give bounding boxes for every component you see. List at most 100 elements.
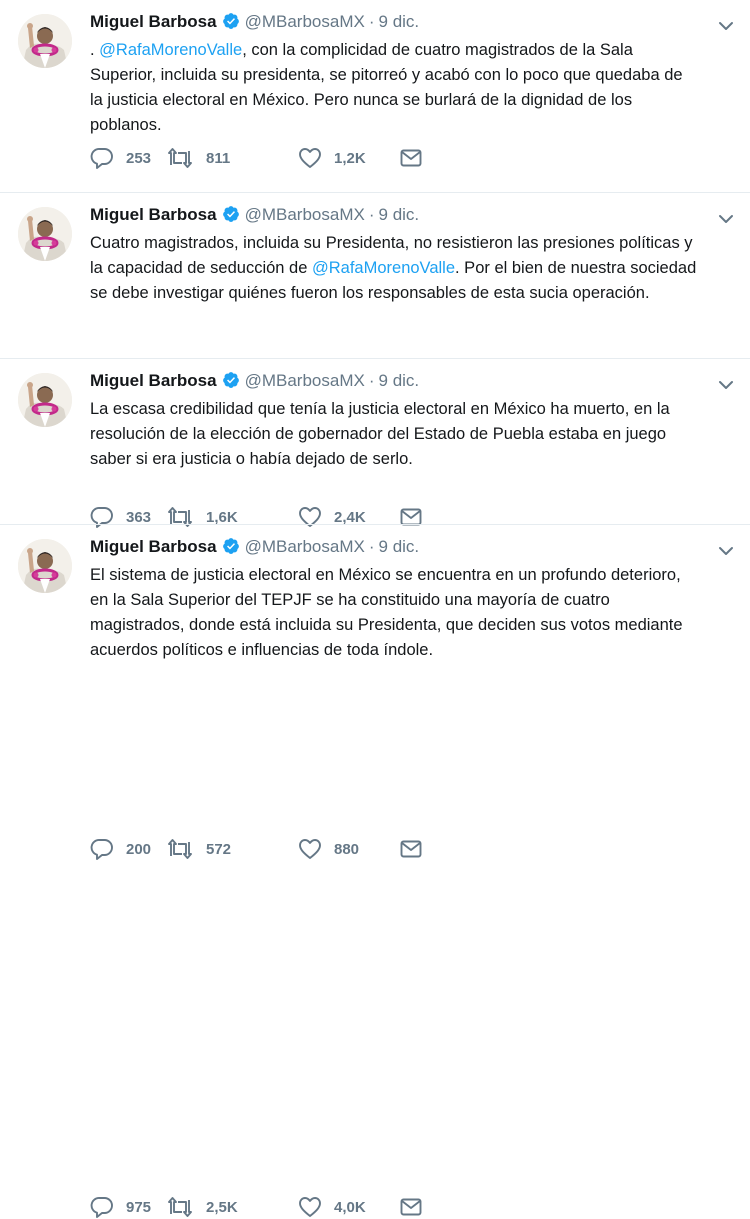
envelope-icon: [400, 149, 422, 167]
tweet-text: La escasa credibilidad que tenía la just…: [90, 397, 740, 472]
avatar[interactable]: [18, 539, 72, 593]
heart-icon: [298, 147, 322, 169]
tweet-text-line: se debe investigar quiénes fueron los re…: [90, 281, 740, 306]
tweet-text-line: en la Sala Superior del TEPJF se ha cons…: [90, 588, 740, 613]
tweet-text-segment: , con la complicidad de cuatro magistrad…: [242, 41, 633, 59]
reply-icon: [90, 1196, 114, 1218]
heart-icon: [298, 1196, 322, 1218]
tweet-date[interactable]: 9 dic.: [379, 205, 420, 224]
tweet-text-segment: Cuatro magistrados, incluida su Presiden…: [90, 234, 693, 252]
tweet-text: . @RafaMorenoValle, con la complicidad d…: [90, 38, 740, 138]
retweet-icon: [166, 1196, 194, 1218]
tweet-text-segment: la justicia electoral en México. Pero nu…: [90, 91, 633, 109]
tweet[interactable]: Miguel Barbosa @MBarbosaMX · 9 dic. Cuatro …: [0, 193, 750, 528]
like-button[interactable]: 880: [298, 837, 359, 861]
tweet-text: El sistema de justicia electoral en Méxi…: [90, 563, 740, 663]
reply-button[interactable]: 200: [90, 837, 151, 861]
retweet-button[interactable]: 572: [166, 837, 231, 861]
tweet-header: Miguel Barbosa @MBarbosaMX · 9 dic.: [90, 371, 419, 393]
tweet-text-segment: se debe investigar quiénes fueron los re…: [90, 284, 650, 302]
separator: ·: [368, 537, 375, 556]
reply-button[interactable]: 253: [90, 146, 151, 170]
like-button[interactable]: 1,2K: [298, 146, 366, 170]
chevron-down-icon[interactable]: [718, 211, 734, 229]
tweet-text-line: saber si era justicia o había dejado de …: [90, 447, 740, 472]
direct-message-button[interactable]: [400, 146, 422, 170]
mention-link[interactable]: @RafaMorenoValle: [312, 259, 455, 277]
tweet-text-line: magistrados, donde está incluida su Pres…: [90, 613, 740, 638]
tweet-text-line: Cuatro magistrados, incluida su Presiden…: [90, 231, 740, 256]
envelope-icon: [400, 1198, 422, 1216]
tweet-date[interactable]: 9 dic.: [379, 12, 420, 31]
direct-message-button[interactable]: [400, 837, 422, 861]
retweet-count: 2,5K: [206, 1198, 238, 1216]
like-count: 1,2K: [334, 149, 366, 167]
avatar[interactable]: [18, 373, 72, 427]
heart-icon: [298, 838, 322, 860]
tweet-text-segment: La escasa credibilidad que tenía la just…: [90, 400, 670, 418]
author-name[interactable]: Miguel Barbosa: [90, 371, 217, 390]
tweet-text-line: La escasa credibilidad que tenía la just…: [90, 397, 740, 422]
tweet-header: Miguel Barbosa @MBarbosaMX · 9 dic.: [90, 205, 419, 227]
tweet[interactable]: Miguel Barbosa @MBarbosaMX · 9 dic. La esca…: [0, 359, 750, 860]
separator: ·: [368, 205, 375, 224]
tweet-date[interactable]: 9 dic.: [379, 371, 420, 390]
tweet[interactable]: Miguel Barbosa @MBarbosaMX · 9 dic. . @Rafa…: [0, 0, 750, 193]
reply-icon: [90, 147, 114, 169]
envelope-icon: [400, 840, 422, 858]
separator: ·: [368, 371, 375, 390]
retweet-icon: [166, 838, 194, 860]
retweet-button[interactable]: 811: [166, 146, 230, 170]
author-handle[interactable]: @MBarbosaMX: [245, 12, 365, 31]
tweet-text-line: Superior, incluida su presidenta, se pit…: [90, 63, 740, 88]
retweet-count: 811: [206, 149, 231, 167]
tweet-text-line: El sistema de justicia electoral en Méxi…: [90, 563, 740, 588]
avatar[interactable]: [18, 14, 72, 68]
author-name[interactable]: Miguel Barbosa: [90, 205, 217, 224]
author-handle[interactable]: @MBarbosaMX: [245, 205, 365, 224]
like-button[interactable]: 4,0K: [298, 1195, 366, 1219]
chevron-down-icon[interactable]: [718, 377, 734, 395]
like-count: 4,0K: [334, 1198, 366, 1216]
tweet-text-line: poblanos.: [90, 113, 740, 138]
tweet-text-line: acuerdos políticos e influencias de toda…: [90, 638, 740, 663]
tweet-text-segment: El sistema de justicia electoral en Méxi…: [90, 566, 681, 584]
tweet-text-line: la capacidad de seducción de @RafaMoreno…: [90, 256, 740, 281]
tweet-header: Miguel Barbosa @MBarbosaMX · 9 dic.: [90, 537, 419, 559]
author-name[interactable]: Miguel Barbosa: [90, 12, 217, 31]
retweet-button[interactable]: 2,5K: [166, 1195, 238, 1219]
retweet-count: 572: [206, 840, 232, 858]
tweet-text-segment: la capacidad de seducción de: [90, 259, 312, 277]
chevron-down-icon[interactable]: [718, 18, 734, 36]
tweet-text-line: resolución de la elección de gobernador …: [90, 422, 740, 447]
tweet-date[interactable]: 9 dic.: [379, 537, 420, 556]
author-handle[interactable]: @MBarbosaMX: [245, 371, 365, 390]
tweet-header: Miguel Barbosa @MBarbosaMX · 9 dic.: [90, 12, 419, 34]
retweet-icon: [166, 147, 194, 169]
reply-button[interactable]: 975: [90, 1195, 151, 1219]
reply-count: 253: [126, 149, 152, 167]
tweet-text-segment: resolución de la elección de gobernador …: [90, 425, 667, 443]
author-name[interactable]: Miguel Barbosa: [90, 537, 217, 556]
tweet-text-segment: Superior, incluida su presidenta, se pit…: [90, 66, 683, 84]
tweet-text-segment: acuerdos políticos e influencias de toda…: [90, 641, 434, 659]
chevron-down-icon[interactable]: [718, 543, 734, 561]
tweet-text-segment: saber si era justicia o había dejado de …: [90, 450, 413, 468]
mention-link[interactable]: @RafaMorenoValle: [99, 41, 242, 59]
tweet-text-segment: poblanos.: [90, 116, 162, 134]
reply-count: 200: [126, 840, 152, 858]
tweet-text-segment: .: [90, 41, 100, 59]
verified-badge-icon: [222, 12, 240, 35]
avatar[interactable]: [18, 207, 72, 261]
like-count: 880: [334, 840, 360, 858]
reply-icon: [90, 838, 114, 860]
tweet[interactable]: Miguel Barbosa @MBarbosaMX · 9 dic. El sist…: [0, 525, 750, 1218]
verified-badge-icon: [222, 205, 240, 228]
direct-message-button[interactable]: [400, 1195, 422, 1219]
verified-badge-icon: [222, 371, 240, 394]
tweet-text-segment: en la Sala Superior del TEPJF se ha cons…: [90, 591, 610, 609]
tweet-text-segment: . Por el bien de nuestra sociedad: [455, 259, 697, 277]
author-handle[interactable]: @MBarbosaMX: [245, 537, 365, 556]
tweet-text-segment: magistrados, donde está incluida su Pres…: [90, 616, 683, 634]
tweet-feed: Miguel Barbosa @MBarbosaMX · 9 dic. . @Rafa…: [0, 0, 750, 1218]
